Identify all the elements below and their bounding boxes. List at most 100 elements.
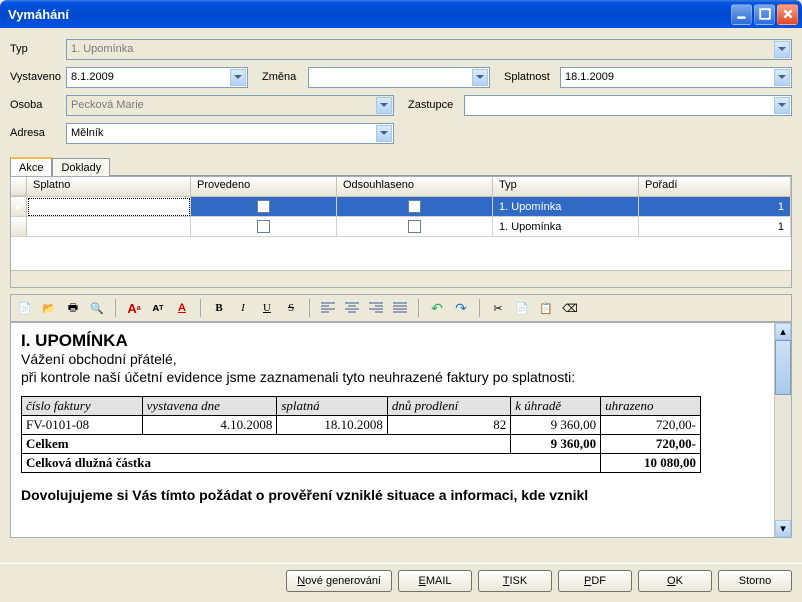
osoba-combo[interactable]: Pecková Marie — [66, 95, 394, 116]
cell-odsouhlaseno[interactable] — [337, 217, 493, 237]
grid-header: Splatno Provedeno Odsouhlaseno Typ Pořad… — [11, 177, 791, 197]
undo-icon[interactable]: ↶ — [427, 298, 447, 318]
editor-toolbar: 📄 📂 🖶 🔍 Aa ᴀT A B I U S ↶ ↷ ✂ 📄 📋 ⌫ — [10, 294, 792, 322]
cell-provedeno[interactable] — [191, 197, 337, 217]
td: 82 — [387, 416, 510, 435]
preview-icon[interactable]: 🔍 — [87, 298, 107, 318]
new-icon[interactable]: 📄 — [15, 298, 35, 318]
vystaveno-value: 8.1.2009 — [71, 71, 114, 83]
th: číslo faktury — [22, 397, 143, 416]
align-justify-icon[interactable] — [390, 298, 410, 318]
splatnost-combo[interactable]: 18.1.2009 — [560, 67, 792, 88]
doc-heading: I. UPOMÍNKA — [21, 331, 764, 351]
tab-doklady[interactable]: Doklady — [52, 158, 110, 176]
erase-icon[interactable]: ⌫ — [560, 298, 580, 318]
th: k úhradě — [511, 397, 601, 416]
cell-typ: 1. Upomínka — [493, 217, 639, 237]
vystaveno-label: Vystaveno — [10, 71, 66, 83]
align-right-icon[interactable] — [366, 298, 386, 318]
fontsize-down-icon[interactable]: ᴀT — [148, 298, 168, 318]
typ-combo[interactable]: 1. Upomínka — [66, 39, 792, 60]
osoba-label: Osoba — [10, 99, 66, 111]
td: 720,00- — [601, 416, 701, 435]
ok-button[interactable]: OK — [638, 570, 712, 592]
fontsize-up-icon[interactable]: Aa — [124, 298, 144, 318]
td: 4.10.2008 — [142, 416, 277, 435]
scroll-thumb[interactable] — [775, 340, 791, 395]
table-row[interactable]: ▸ 1. Upomínka 1 — [11, 197, 791, 217]
scroll-down-icon[interactable]: ▾ — [775, 520, 791, 537]
col-odsouhlaseno[interactable]: Odsouhlaseno — [337, 177, 493, 196]
tab-akce[interactable]: Akce — [10, 157, 52, 176]
titlebar[interactable]: Vymáhání — [0, 0, 802, 28]
nove-generovani-button[interactable]: Nové generování — [286, 570, 392, 592]
minimize-button[interactable] — [731, 4, 752, 25]
bold-icon[interactable]: B — [209, 298, 229, 318]
zastupce-combo[interactable] — [464, 95, 792, 116]
col-poradi[interactable]: Pořadí — [639, 177, 791, 196]
strike-icon[interactable]: S — [281, 298, 301, 318]
redo-icon[interactable]: ↷ — [451, 298, 471, 318]
scroll-up-icon[interactable]: ▴ — [775, 323, 791, 340]
checkbox-icon[interactable] — [257, 200, 270, 213]
cell-splatno[interactable] — [27, 197, 191, 217]
underline-icon[interactable]: U — [257, 298, 277, 318]
row-marker: ▸ — [11, 197, 27, 217]
grid-corner — [11, 177, 27, 196]
align-left-icon[interactable] — [318, 298, 338, 318]
col-provedeno[interactable]: Provedeno — [191, 177, 337, 196]
td-celkem-k-uhrade: 9 360,00 — [511, 435, 601, 454]
th: dnů prodlení — [387, 397, 510, 416]
splatnost-value: 18.1.2009 — [565, 71, 614, 83]
tisk-button[interactable]: TISK — [478, 570, 552, 592]
td: 18.10.2008 — [277, 416, 388, 435]
paste-icon[interactable]: 📋 — [536, 298, 556, 318]
cell-odsouhlaseno[interactable] — [337, 197, 493, 217]
vystaveno-combo[interactable]: 8.1.2009 — [66, 67, 248, 88]
td: FV-0101-08 — [22, 416, 143, 435]
copy-icon[interactable]: 📄 — [512, 298, 532, 318]
osoba-value: Pecková Marie — [71, 99, 144, 111]
editor[interactable]: I. UPOMÍNKA Vážení obchodní přátelé, při… — [11, 323, 774, 537]
align-center-icon[interactable] — [342, 298, 362, 318]
cut-icon[interactable]: ✂ — [488, 298, 508, 318]
grid: Splatno Provedeno Odsouhlaseno Typ Pořad… — [10, 176, 792, 288]
adresa-combo[interactable]: Mělník — [66, 123, 394, 144]
splatnost-label: Splatnost — [504, 71, 560, 83]
checkbox-icon[interactable] — [257, 220, 270, 233]
col-splatno[interactable]: Splatno — [27, 177, 191, 196]
td: 9 360,00 — [511, 416, 601, 435]
form-area: Typ 1. Upomínka Vystaveno 8.1.2009 Změna… — [0, 28, 802, 152]
chevron-down-icon — [376, 97, 392, 114]
tabs: Akce Doklady — [10, 156, 792, 176]
checkbox-icon[interactable] — [408, 220, 421, 233]
td-celkem-label: Celkem — [22, 435, 511, 454]
grid-nav[interactable] — [11, 270, 791, 287]
chevron-down-icon — [774, 41, 790, 58]
print-icon[interactable]: 🖶 — [63, 298, 83, 318]
adresa-value: Mělník — [71, 127, 103, 139]
checkbox-icon[interactable] — [408, 200, 421, 213]
adresa-label: Adresa — [10, 127, 66, 139]
close-button[interactable] — [777, 4, 798, 25]
open-icon[interactable]: 📂 — [39, 298, 59, 318]
col-typ[interactable]: Typ — [493, 177, 639, 196]
typ-label: Typ — [10, 43, 66, 55]
zmena-label: Změna — [262, 71, 308, 83]
zmena-combo[interactable] — [308, 67, 490, 88]
cell-poradi: 1 — [639, 197, 791, 217]
cell-splatno[interactable] — [27, 217, 191, 237]
pdf-button[interactable]: PDF — [558, 570, 632, 592]
scrollbar[interactable]: ▴ ▾ — [774, 323, 791, 537]
italic-icon[interactable]: I — [233, 298, 253, 318]
typ-value: 1. Upomínka — [71, 43, 133, 55]
cell-provedeno[interactable] — [191, 217, 337, 237]
doc-line1: Vážení obchodní přátelé, — [21, 351, 764, 369]
email-button[interactable]: EMAIL — [398, 570, 472, 592]
storno-button[interactable]: Storno — [718, 570, 792, 592]
table-row[interactable]: 1. Upomínka 1 — [11, 217, 791, 237]
maximize-button[interactable] — [754, 4, 775, 25]
th: vystavena dne — [142, 397, 277, 416]
doc-line2: při kontrole naší účetní evidence jsme z… — [21, 369, 764, 387]
fontcolor-icon[interactable]: A — [172, 298, 192, 318]
